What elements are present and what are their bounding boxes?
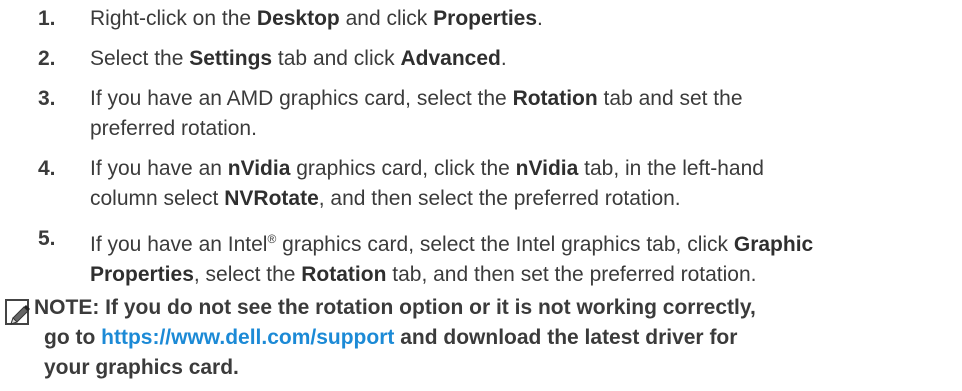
pencil-icon bbox=[4, 299, 32, 325]
support-link[interactable]: https://www.dell.com/support bbox=[101, 326, 394, 349]
step-number: 1. bbox=[38, 7, 56, 30]
steps-list: 1. Right-click on the Desktop and click … bbox=[30, 4, 960, 300]
step-text: Right-click on the bbox=[90, 7, 257, 30]
note-block: NOTE: If you do not see the rotation opt… bbox=[2, 293, 960, 383]
step-text: tab, and then set the preferred rotation… bbox=[386, 263, 757, 286]
step-text: tab and set the bbox=[597, 87, 743, 110]
ui-term-settings: Settings bbox=[189, 47, 273, 70]
ui-term-rotation: Rotation bbox=[512, 87, 598, 110]
ui-term-rotation: Rotation bbox=[301, 263, 387, 286]
note-text-fragment: and download the latest driver for bbox=[394, 326, 738, 349]
step-text: If you have an AMD graphics card, select… bbox=[90, 87, 513, 110]
list-item: 2. Select the Settings tab and click Adv… bbox=[30, 44, 960, 74]
step-text: , and then select the preferred rotation… bbox=[318, 187, 681, 210]
step-text: graphics card, select the Intel graphics… bbox=[276, 233, 734, 256]
step-text: Select the bbox=[90, 47, 190, 70]
ui-term-advanced: Advanced bbox=[400, 47, 501, 70]
list-item: 1. Right-click on the Desktop and click … bbox=[30, 4, 960, 34]
ui-term-properties: Properties bbox=[433, 7, 538, 30]
step-text: . bbox=[500, 47, 507, 70]
step-text: column select bbox=[90, 187, 225, 210]
step-number: 3. bbox=[38, 87, 56, 110]
step-number: 5. bbox=[38, 227, 56, 250]
list-item: 5. If you have an Intel® graphics card, … bbox=[30, 224, 960, 290]
step-text: graphics card, click the bbox=[290, 157, 516, 180]
step-number: 4. bbox=[38, 157, 56, 180]
note-line-1: NOTE: If you do not see the rotation opt… bbox=[34, 296, 756, 319]
note-line-3: your graphics card. bbox=[44, 356, 239, 379]
ui-term-graphic: Graphic bbox=[733, 233, 814, 256]
step-text: If you have an bbox=[90, 157, 228, 180]
ui-term-nvidia-tab: nVidia bbox=[515, 157, 579, 180]
step-text: If you have an Intel bbox=[90, 233, 268, 256]
ui-term-desktop: Desktop bbox=[256, 7, 340, 30]
ui-term-nvidia: nVidia bbox=[227, 157, 291, 180]
step-text: , select the bbox=[193, 263, 302, 286]
ui-term-properties: Properties bbox=[90, 263, 194, 286]
note-text-fragment: go to bbox=[44, 326, 102, 349]
registered-mark: ® bbox=[267, 232, 277, 246]
document-page: 1. Right-click on the Desktop and click … bbox=[0, 0, 962, 391]
step-number: 2. bbox=[38, 47, 56, 70]
step-text: and click bbox=[339, 7, 434, 30]
step-text: tab and click bbox=[272, 47, 401, 70]
note-line-2: go to https://www.dell.com/support and d… bbox=[34, 323, 960, 353]
list-item: 4. If you have an nVidia graphics card, … bbox=[30, 154, 960, 214]
ui-term-nvrotate: NVRotate bbox=[224, 187, 319, 210]
step-text: preferred rotation. bbox=[90, 117, 257, 140]
note-text: NOTE: If you do not see the rotation opt… bbox=[2, 293, 960, 383]
list-item: 3. If you have an AMD graphics card, sel… bbox=[30, 84, 960, 144]
step-text: tab, in the left-hand bbox=[578, 157, 764, 180]
step-text: . bbox=[537, 7, 543, 30]
